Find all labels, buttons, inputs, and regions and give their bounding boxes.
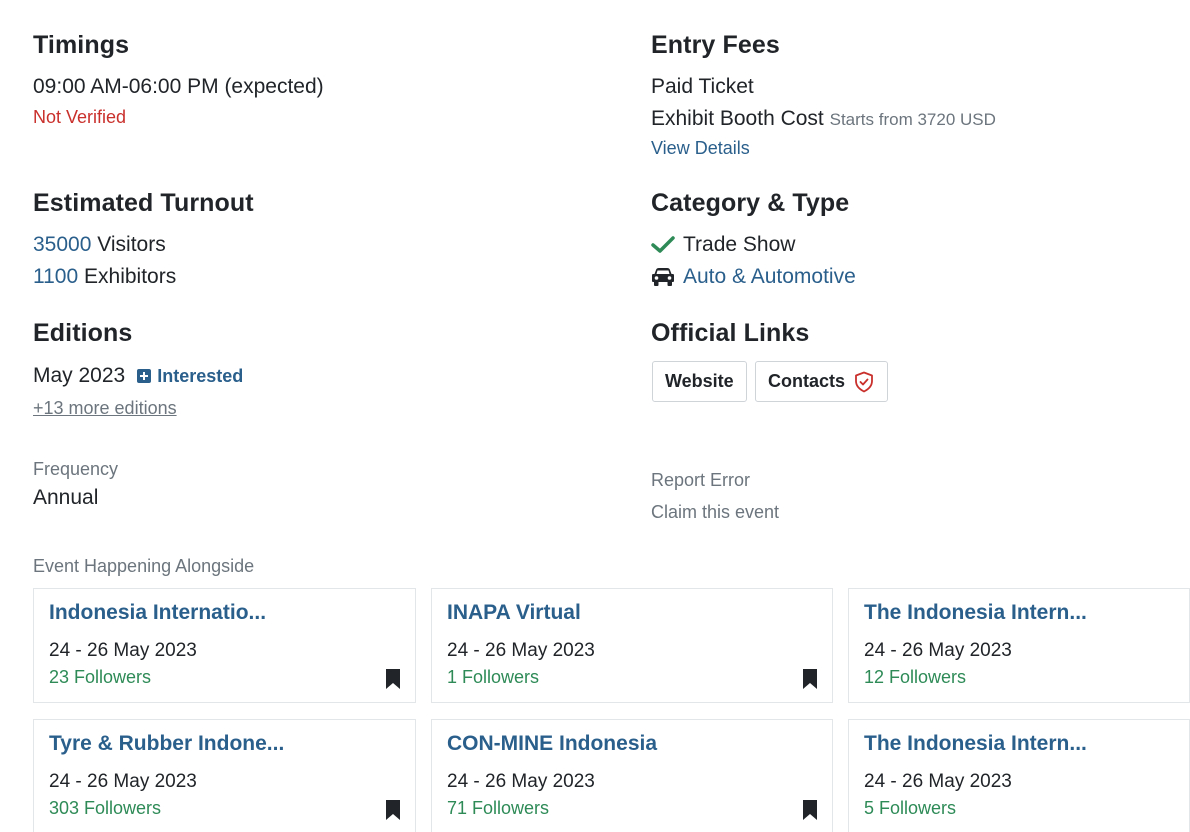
alongside-heading: Event Happening Alongside xyxy=(33,556,255,576)
claim-event-link[interactable]: Claim this event xyxy=(651,502,779,523)
report-error-link[interactable]: Report Error xyxy=(651,470,750,491)
event-card[interactable]: Indonesia Internatio... 24 - 26 May 2023… xyxy=(33,588,416,703)
frequency-label: Frequency xyxy=(33,459,119,479)
exhibitors-row: 1100 Exhibitors xyxy=(33,265,176,289)
event-card-date: 24 - 26 May 2023 xyxy=(864,640,1012,661)
official-links-heading: Official Links xyxy=(651,319,810,347)
ticket-type: Paid Ticket xyxy=(651,75,754,98)
event-card[interactable]: The Indonesia Intern... 24 - 26 May 2023… xyxy=(848,588,1190,703)
bookmark-icon[interactable] xyxy=(386,800,400,820)
frequency-value: Annual xyxy=(33,486,99,509)
event-card-title[interactable]: Indonesia Internatio... xyxy=(49,601,266,625)
type-row: Trade Show xyxy=(651,233,795,257)
visitors-row: 35000 Visitors xyxy=(33,233,166,257)
event-card[interactable]: The Indonesia Intern... 24 - 26 May 2023… xyxy=(848,719,1190,832)
view-details-link[interactable]: View Details xyxy=(651,138,750,159)
more-editions-link[interactable]: +13 more editions xyxy=(33,398,177,419)
timings-heading: Timings xyxy=(33,31,130,59)
event-card-date: 24 - 26 May 2023 xyxy=(864,771,1012,792)
timings-hours: 09:00 AM-06:00 PM (expected) xyxy=(33,75,324,98)
interested-button[interactable]: Interested xyxy=(137,366,243,387)
car-icon xyxy=(652,268,674,286)
turnout-heading: Estimated Turnout xyxy=(33,189,254,217)
category-label: Auto & Automotive xyxy=(683,265,856,288)
event-card[interactable]: CON-MINE Indonesia 24 - 26 May 2023 71 F… xyxy=(431,719,833,832)
contacts-button[interactable]: Contacts xyxy=(755,361,889,402)
event-card-title[interactable]: Tyre & Rubber Indone... xyxy=(49,732,284,756)
plus-square-icon xyxy=(137,369,152,383)
event-card-date: 24 - 26 May 2023 xyxy=(49,771,197,792)
entry-fees-heading: Entry Fees xyxy=(651,31,780,59)
event-card-followers: 71 Followers xyxy=(447,798,550,818)
event-card-date: 24 - 26 May 2023 xyxy=(49,640,197,661)
booth-cost-value: Starts from 3720 USD xyxy=(829,110,996,129)
event-card-followers: 23 Followers xyxy=(49,667,152,687)
exhibitors-count[interactable]: 1100 xyxy=(33,265,78,288)
event-card-title[interactable]: CON-MINE Indonesia xyxy=(447,732,657,756)
editions-heading: Editions xyxy=(33,319,133,347)
event-card[interactable]: INAPA Virtual 24 - 26 May 2023 1 Followe… xyxy=(431,588,833,703)
event-card-title[interactable]: INAPA Virtual xyxy=(447,601,581,625)
type-label: Trade Show xyxy=(683,233,796,256)
website-label: Website xyxy=(665,371,734,391)
interested-label: Interested xyxy=(157,365,244,386)
booth-cost-label: Exhibit Booth Cost xyxy=(651,107,824,130)
edition-row: May 2023 Interested xyxy=(33,364,243,388)
timings-status: Not Verified xyxy=(33,107,127,127)
visitors-count[interactable]: 35000 xyxy=(33,233,91,256)
event-card-followers: 1 Followers xyxy=(447,667,540,687)
bookmark-icon[interactable] xyxy=(386,669,400,689)
visitors-label: Visitors xyxy=(97,233,166,256)
shield-check-icon xyxy=(855,371,873,392)
event-card[interactable]: Tyre & Rubber Indone... 24 - 26 May 2023… xyxy=(33,719,416,832)
category-row[interactable]: Auto & Automotive xyxy=(651,265,856,289)
event-card-followers: 5 Followers xyxy=(864,798,957,818)
event-card-title[interactable]: The Indonesia Intern... xyxy=(864,732,1087,756)
website-button[interactable]: Website xyxy=(652,361,747,402)
exhibitors-label: Exhibitors xyxy=(84,265,177,288)
category-heading: Category & Type xyxy=(651,189,850,217)
bookmark-icon[interactable] xyxy=(803,669,817,689)
check-icon xyxy=(651,236,675,253)
edition-current: May 2023 xyxy=(33,364,126,387)
event-card-title[interactable]: The Indonesia Intern... xyxy=(864,601,1087,625)
event-card-followers: 303 Followers xyxy=(49,798,162,818)
event-card-date: 24 - 26 May 2023 xyxy=(447,771,595,792)
contacts-label: Contacts xyxy=(768,371,846,391)
event-card-date: 24 - 26 May 2023 xyxy=(447,640,595,661)
bookmark-icon[interactable] xyxy=(803,800,817,820)
booth-cost-row: Exhibit Booth Cost Starts from 3720 USD xyxy=(651,107,996,131)
event-card-followers: 12 Followers xyxy=(864,667,967,687)
